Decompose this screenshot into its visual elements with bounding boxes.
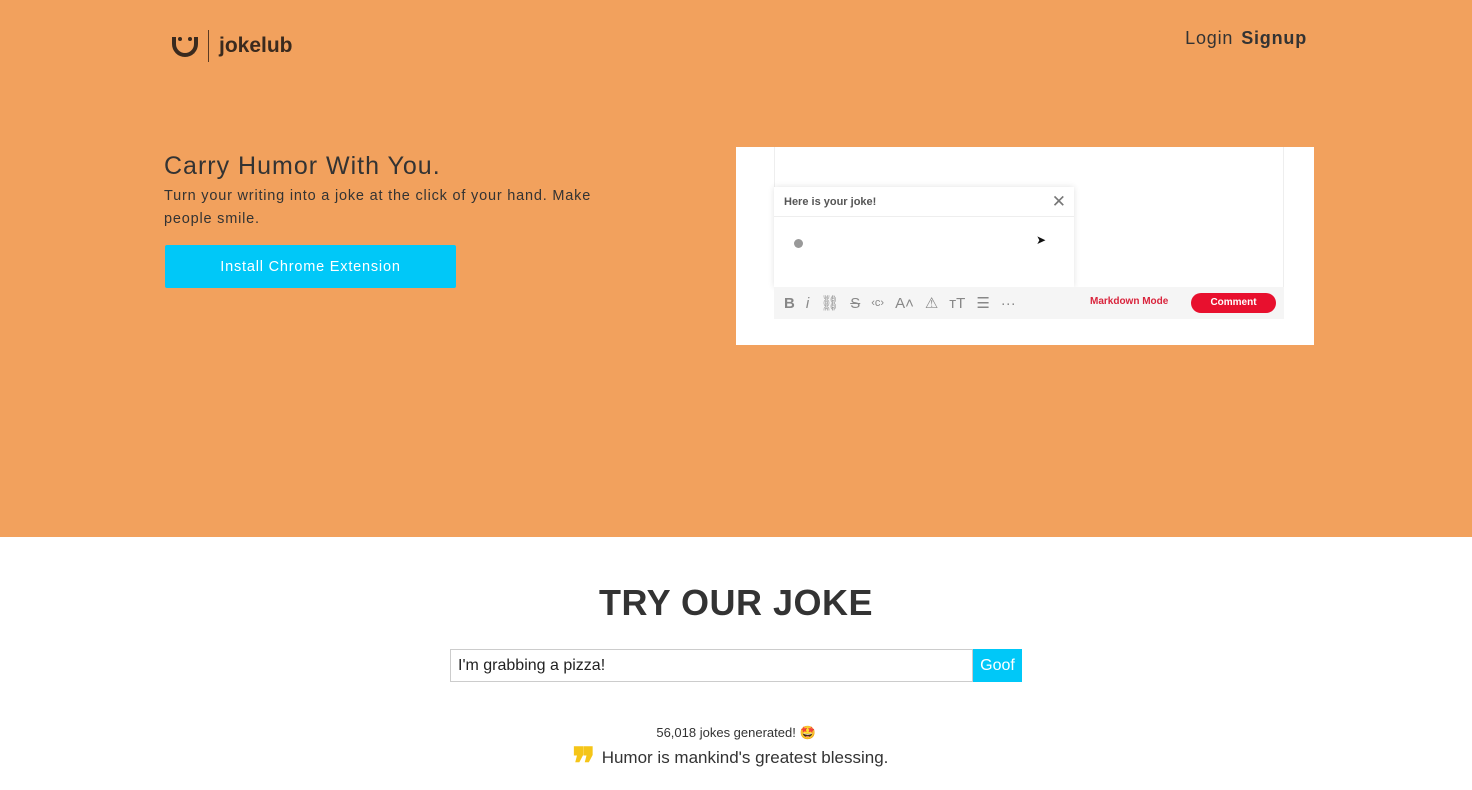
jokes-count: 56,018 jokes generated! 🤩 [656, 725, 816, 740]
install-extension-button[interactable]: Install Chrome Extension [165, 245, 456, 288]
login-link[interactable]: Login [1185, 28, 1233, 48]
text-size-icon: ᴛT [949, 294, 966, 312]
logo-divider [208, 30, 209, 62]
quote: ❞ Humor is mankind's greatest blessing. [572, 739, 889, 790]
goof-button[interactable]: Goof [973, 649, 1022, 682]
smile-icon [170, 31, 200, 61]
cursor-icon: ➤ [1036, 233, 1047, 247]
quote-icon: ❞ [572, 739, 596, 790]
loading-dot [794, 239, 803, 248]
demo-screenshot: Here is your joke! ✕ ➤ B i ⛓ S ‹c› A˄ ⚠ … [736, 147, 1314, 345]
close-icon: ✕ [1051, 192, 1066, 211]
brand-name: jokelub [219, 34, 293, 57]
comment-button-demo: Comment [1191, 293, 1276, 313]
try-title: TRY OUR JOKE [598, 582, 874, 623]
list-icon: ☰ [976, 295, 990, 312]
more-icon: ··· [1000, 294, 1016, 312]
markdown-mode-label: Markdown Mode [1090, 296, 1169, 307]
hero-title: Carry Humor With You. [164, 152, 441, 180]
hero-section: jokelub Login Signup Carry Humor With You… [0, 0, 1472, 537]
nav: Login Signup [1177, 28, 1307, 49]
joke-input[interactable] [450, 649, 973, 682]
logo[interactable]: jokelub [170, 30, 293, 62]
link-icon: ⛓ [820, 295, 840, 312]
italic-icon: i [805, 294, 810, 312]
strikethrough-icon: S [850, 294, 861, 312]
code-icon: ‹c› [871, 297, 885, 309]
superscript-icon: A˄ [895, 294, 914, 312]
joke-popup: Here is your joke! ✕ [774, 187, 1074, 287]
spoiler-icon: ⚠ [924, 295, 939, 312]
quote-text: Humor is mankind's greatest blessing. [601, 748, 889, 767]
popup-title: Here is your joke! [784, 196, 877, 208]
hero-subtitle: Turn your writing into a joke at the cli… [164, 188, 592, 227]
signup-link[interactable]: Signup [1241, 28, 1307, 48]
bold-icon: B [784, 294, 795, 312]
